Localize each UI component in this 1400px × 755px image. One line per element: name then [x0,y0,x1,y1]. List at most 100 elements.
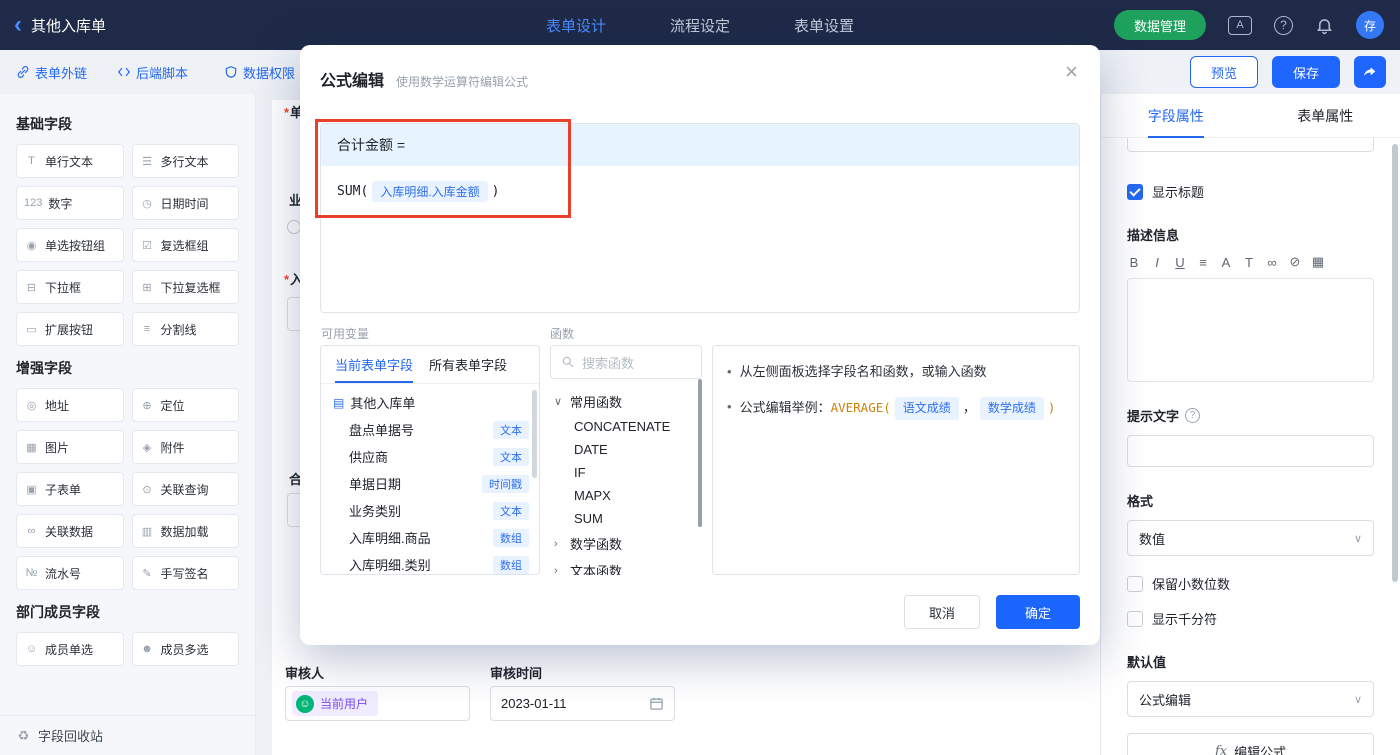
function-item-if[interactable]: IF [550,461,702,484]
functions-scrollbar[interactable] [698,379,702,527]
topbar-tab-3[interactable]: 表单设置 [794,15,854,36]
formula-expression[interactable]: SUM( 入库明细.入库金额 ) [321,166,1079,217]
help-icon[interactable]: ? [1274,15,1293,35]
palette-select[interactable]: ⊟ 下拉框 [16,270,124,304]
function-item-date[interactable]: DATE [550,438,702,461]
dialog-footer: 取消 确定 [904,595,1080,629]
variable-row[interactable]: 盘点单据号 文本 [321,416,539,443]
clipped-control[interactable] [1127,138,1374,152]
function-item-mapx[interactable]: MAPX [550,484,702,507]
function-group-2[interactable]: › 数学函数 [550,530,702,557]
function-search-input[interactable]: 搜索函数 [550,345,702,379]
default-value-select[interactable]: 公式编辑 ∨ [1127,681,1374,717]
font-color-icon[interactable]: A [1219,255,1233,270]
share-button[interactable] [1354,56,1386,88]
functions-list: ∨ 常用函数 CONCATENATE DATE IF MAPX SUM › 数学函数 › 文本函数 [550,388,702,575]
function-group-3[interactable]: › 文本函数 [550,557,702,575]
confirm-button[interactable]: 确定 [996,595,1080,629]
variable-row[interactable]: 业务类别 文本 [321,497,539,524]
radio-option[interactable] [287,220,301,234]
data-manage-button[interactable]: 数据管理 [1113,10,1206,40]
palette-extend-button[interactable]: ▭ 扩展按钮 [16,312,124,346]
palette-item-label: 下拉复选框 [160,280,221,295]
review-time-input[interactable]: 2023-01-11 [490,686,675,721]
italic-icon[interactable]: I [1150,255,1164,270]
palette-serial-number[interactable]: № 流水号 [16,556,124,590]
palette-number[interactable]: 123 数字 [16,186,124,220]
language-icon[interactable]: A [1228,15,1252,35]
variables-tab-2[interactable]: 所有表单字段 [429,346,507,383]
vertical-scrollbar[interactable] [1392,144,1398,582]
variable-row[interactable]: 入库明细.商品 数组 [321,524,539,551]
palette-radio-group[interactable]: ◉ 单选按钮组 [16,228,124,262]
palette-signature[interactable]: ✎ 手写签名 [131,556,239,590]
palette-item-label: 成员单选 [45,642,94,657]
align-icon[interactable]: ≡ [1196,255,1210,270]
variable-row[interactable]: 供应商 文本 [321,443,539,470]
topbar-tab-1[interactable]: 表单设计 [546,15,606,36]
format-select[interactable]: 数值 ∨ [1127,520,1374,556]
function-item-sum[interactable]: SUM [550,507,702,530]
field-recycle-bin[interactable]: ♻ 字段回收站 [0,715,255,755]
palette-attachment[interactable]: ◈ 附件 [131,430,239,464]
palette-single-line-text[interactable]: T 单行文本 [16,144,124,178]
properties-tab-1[interactable]: 字段属性 [1101,94,1251,137]
palette-location[interactable]: ⊕ 定位 [131,388,239,422]
thousand-separator-checkbox[interactable] [1127,610,1143,627]
save-button[interactable]: 保存 [1272,56,1340,88]
topbar-left: ‹ 其他入库单 [14,0,106,50]
palette-address[interactable]: ◎ 地址 [16,388,124,422]
preview-button[interactable]: 预览 [1190,56,1258,88]
back-icon[interactable]: ‹ [14,2,22,48]
calendar-icon[interactable] [649,696,664,711]
edit-formula-button[interactable]: ƒx 编辑公式 [1127,733,1374,755]
formula-field-chip[interactable]: 入库明细.入库金额 [372,181,488,202]
function-group-1[interactable]: ∨ 常用函数 [550,388,702,415]
form-external-link[interactable]: 表单外链 [16,63,87,82]
palette-data-load[interactable]: ▥ 数据加载 [131,514,239,548]
chevron-down-icon: ∨ [1353,693,1362,706]
palette-linked-data[interactable]: ∞ 关联数据 [16,514,124,548]
properties-tab-2[interactable]: 表单属性 [1251,94,1400,137]
data-permission[interactable]: 数据权限 [224,63,295,82]
palette-member-multi[interactable]: ☻ 成员多选 [131,632,239,666]
font-size-icon[interactable]: T [1242,255,1256,270]
function-item-concatenate[interactable]: CONCATENATE [550,415,702,438]
palette-divider[interactable]: ≡ 分割线 [131,312,239,346]
variables-root-node[interactable]: ▤ 其他入库单 [321,384,539,416]
keep-decimal-checkbox[interactable] [1127,575,1143,592]
backend-script[interactable]: 后端脚本 [117,63,188,82]
variable-row[interactable]: 单据日期 时间戳 [321,470,539,497]
variables-scrollbar[interactable] [532,390,537,478]
current-user-tag[interactable]: ☺ 当前用户 [292,691,379,716]
palette-image[interactable]: ▦ 图片 [16,430,124,464]
form-toolbar-actions: 预览 保存 [1190,56,1386,88]
reviewer-input[interactable]: ☺ 当前用户 [285,686,470,721]
show-title-checkbox[interactable] [1127,183,1143,200]
palette-multi-select[interactable]: ⊞ 下拉复选框 [131,270,239,304]
variable-row[interactable]: 入库明细.类别 数组 [321,551,539,574]
palette-checkbox-group[interactable]: ☑ 复选框组 [131,228,239,262]
palette-subform[interactable]: ▣ 子表单 [16,472,124,506]
palette-linked-query[interactable]: ⊙ 关联查询 [131,472,239,506]
date-value: 2023-01-11 [501,696,567,711]
link-icon[interactable]: ∞ [1265,255,1279,270]
palette-item-label: 成员多选 [160,642,209,657]
unlink-icon[interactable]: ⊘ [1288,254,1302,270]
palette-datetime[interactable]: ◷ 日期时间 [131,186,239,220]
variables-tab-1[interactable]: 当前表单字段 [335,346,414,383]
hint-help-icon[interactable]: ? [1185,408,1201,423]
description-editor[interactable] [1127,278,1374,382]
palette-multi-line-text[interactable]: ☰ 多行文本 [131,144,239,178]
topbar-tab-2[interactable]: 流程设定 [670,15,730,36]
bold-icon[interactable]: B [1127,255,1141,270]
palette-member-single[interactable]: ☺ 成员单选 [16,632,124,666]
formula-editor[interactable]: 合计金额 = SUM( 入库明细.入库金额 ) [320,123,1080,313]
close-icon[interactable]: × [1065,61,1078,83]
insert-image-icon[interactable]: ▦ [1311,254,1325,270]
cancel-button[interactable]: 取消 [904,595,980,629]
hint-input[interactable] [1127,435,1374,467]
notification-bell-icon[interactable] [1315,16,1334,35]
user-avatar[interactable]: 存 [1356,11,1384,39]
underline-icon[interactable]: U [1173,255,1187,270]
